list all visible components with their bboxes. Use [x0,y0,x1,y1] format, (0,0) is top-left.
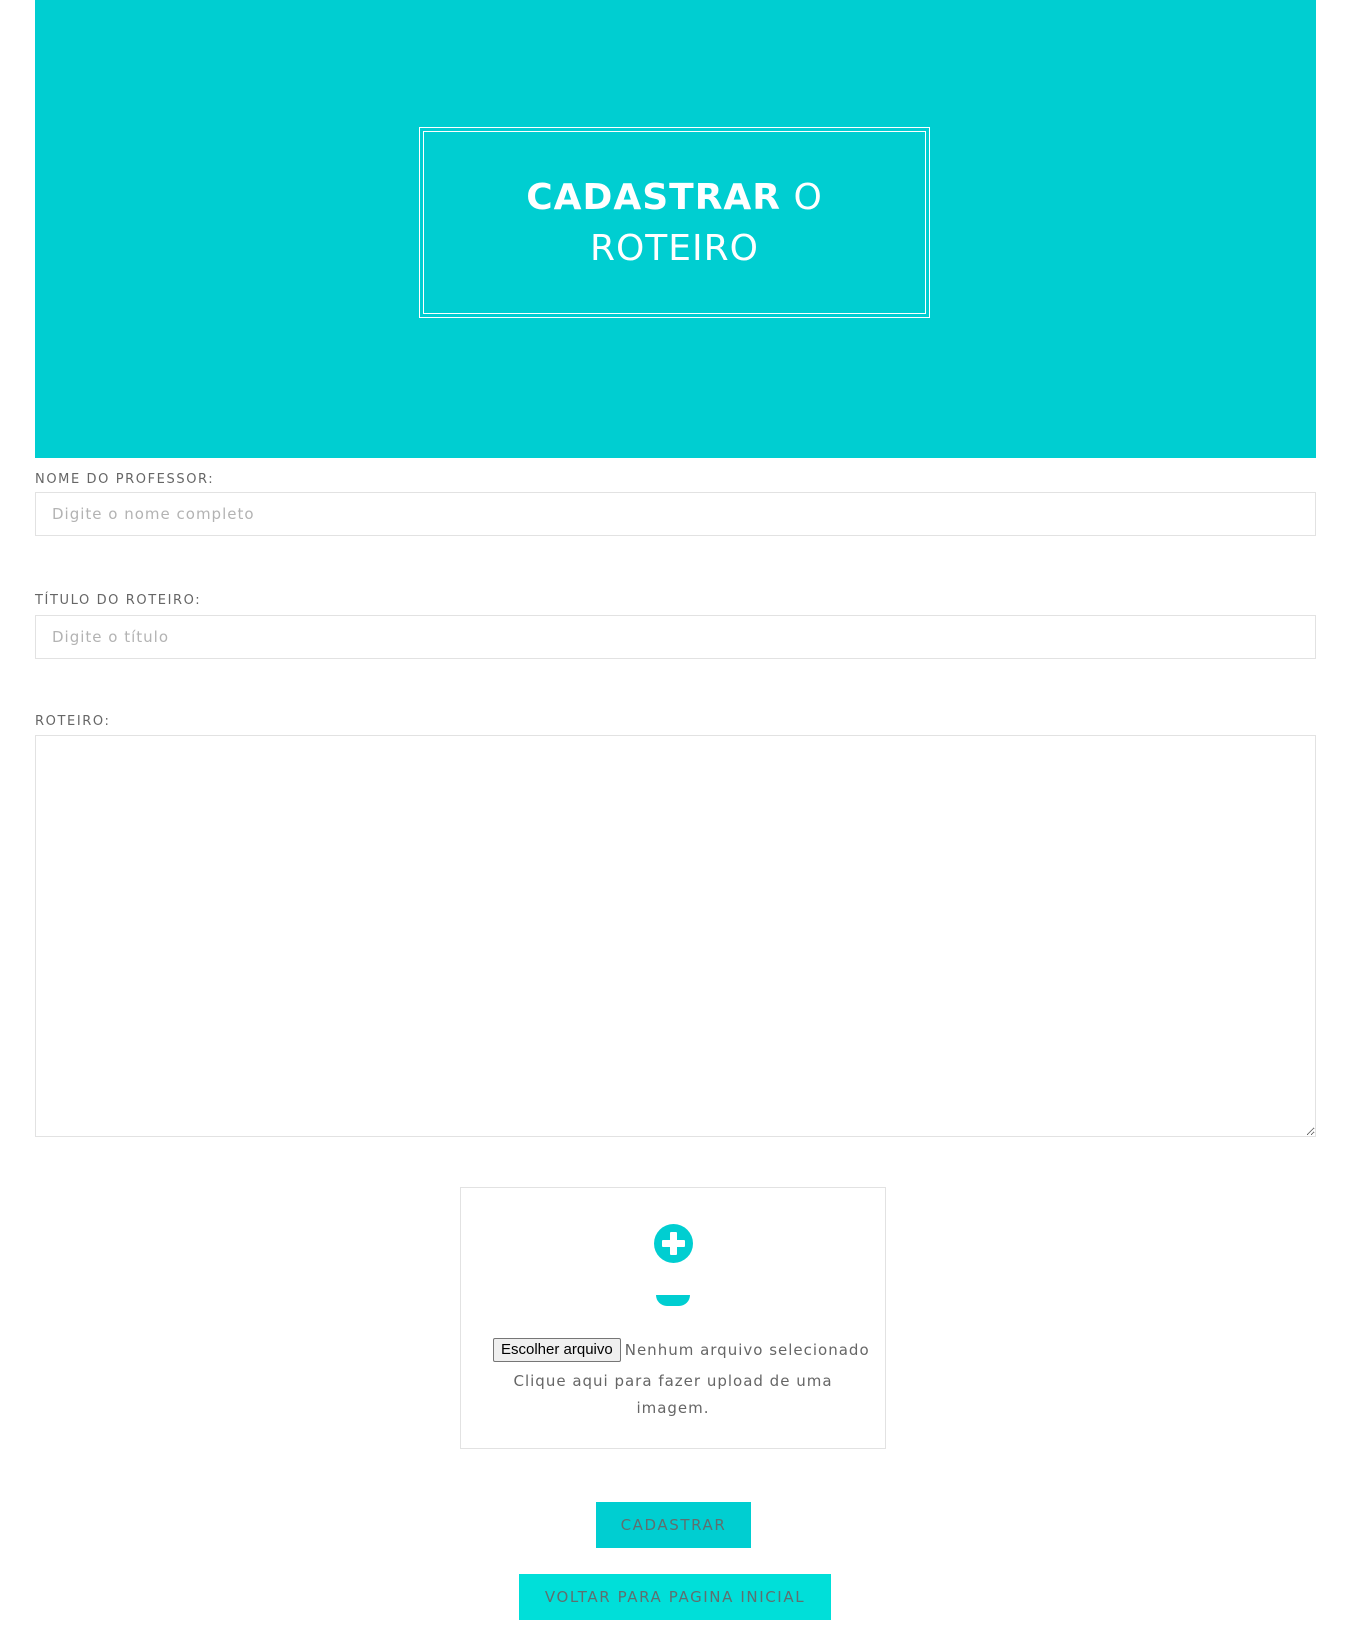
half-circle-icon [656,1295,690,1306]
page-title-light-2: ROTEIRO [589,227,760,269]
professor-label: NOME DO PROFESSOR: [35,472,215,487]
file-status-text: Nenhum arquivo selecionado [624,1341,870,1359]
page-title-light-1: O [793,176,823,218]
titulo-input[interactable] [35,615,1316,659]
file-input[interactable]: Escolher arquivo Nenhum arquivo selecion… [493,1338,870,1362]
hero-banner: CADASTRAR O ROTEIRO [35,0,1316,458]
back-to-home-button[interactable]: VOLTAR PARA PAGINA INICIAL [519,1574,831,1620]
hero-title-frame: CADASTRAR O ROTEIRO [419,127,930,318]
titulo-label: TÍTULO DO ROTEIRO: [35,593,202,608]
professor-name-input[interactable] [35,492,1316,536]
hero-title-frame-inner: CADASTRAR O ROTEIRO [423,131,926,314]
roteiro-label: ROTEIRO: [35,714,111,729]
page-title: CADASTRAR O ROTEIRO [526,172,823,274]
choose-file-button[interactable]: Escolher arquivo [493,1338,621,1362]
roteiro-textarea[interactable] [35,735,1316,1137]
plus-circle-icon[interactable] [654,1224,693,1263]
cadastrar-button[interactable]: CADASTRAR [596,1502,751,1548]
upload-hint-text: Clique aqui para fazer upload de uma ima… [513,1372,833,1417]
page-title-bold: CADASTRAR [526,176,781,218]
image-upload-area[interactable]: Escolher arquivo Nenhum arquivo selecion… [460,1187,886,1449]
